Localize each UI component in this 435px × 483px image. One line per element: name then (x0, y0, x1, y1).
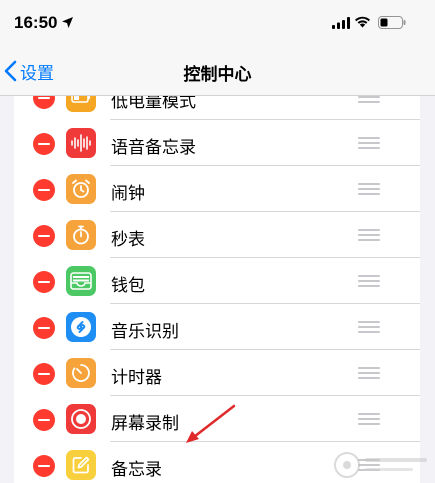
record-icon (66, 404, 96, 434)
delete-button[interactable] (33, 455, 55, 477)
row-label: 计时器 (111, 368, 162, 388)
row-label: 秒表 (111, 230, 145, 250)
row-label: 闹钟 (111, 184, 145, 204)
watermark-logo-icon (334, 452, 427, 478)
status-bar: 16:50 (0, 0, 435, 46)
list-item-wallet[interactable]: 钱包 (14, 258, 420, 304)
delete-button[interactable] (33, 409, 55, 431)
delete-button[interactable] (33, 133, 55, 155)
shazam-icon (66, 312, 96, 342)
annotation-arrow-icon (186, 404, 236, 443)
delete-button[interactable] (33, 96, 55, 109)
row-label: 音乐识别 (111, 322, 179, 342)
battery-icon (66, 96, 96, 112)
reorder-handle[interactable] (358, 137, 380, 149)
waveform-icon (66, 128, 96, 158)
row-label: 备忘录 (111, 460, 162, 480)
list-item-low-power-mode[interactable]: 低电量模式 (14, 96, 420, 120)
reorder-handle[interactable] (358, 275, 380, 287)
page-title: 控制中心 (183, 65, 252, 85)
wifi-icon (355, 16, 370, 28)
cellular-signal-icon (332, 17, 350, 29)
status-time: 16:50 (14, 13, 58, 32)
reorder-handle[interactable] (358, 229, 380, 241)
timer-icon (66, 358, 96, 388)
location-arrow-icon (62, 17, 73, 28)
delete-button[interactable] (33, 179, 55, 201)
wallet-icon (66, 266, 96, 296)
stopwatch-icon (66, 220, 96, 250)
reorder-handle[interactable] (358, 96, 380, 103)
row-label: 屏幕录制 (111, 414, 179, 434)
delete-button[interactable] (33, 225, 55, 247)
reorder-handle[interactable] (358, 183, 380, 195)
row-label: 钱包 (111, 276, 145, 296)
row-label: 语音备忘录 (111, 138, 196, 158)
reorder-handle[interactable] (358, 413, 380, 425)
list-item-timer[interactable]: 计时器 (14, 350, 420, 396)
reorder-handle[interactable] (358, 321, 380, 333)
delete-button[interactable] (33, 363, 55, 385)
list-item-alarm[interactable]: 闹钟 (14, 166, 420, 212)
list-item-music-recognition[interactable]: 音乐识别 (14, 304, 420, 350)
delete-button[interactable] (33, 271, 55, 293)
navigation-bar: 设置 控制中心 (0, 46, 435, 96)
list-item-stopwatch[interactable]: 秒表 (14, 212, 420, 258)
reorder-handle[interactable] (358, 367, 380, 379)
list-item-voice-memos[interactable]: 语音备忘录 (14, 120, 420, 166)
row-label: 低电量模式 (111, 96, 196, 112)
alarm-clock-icon (66, 174, 96, 204)
battery-status-icon (378, 16, 406, 29)
notes-icon (66, 450, 96, 480)
delete-button[interactable] (33, 317, 55, 339)
